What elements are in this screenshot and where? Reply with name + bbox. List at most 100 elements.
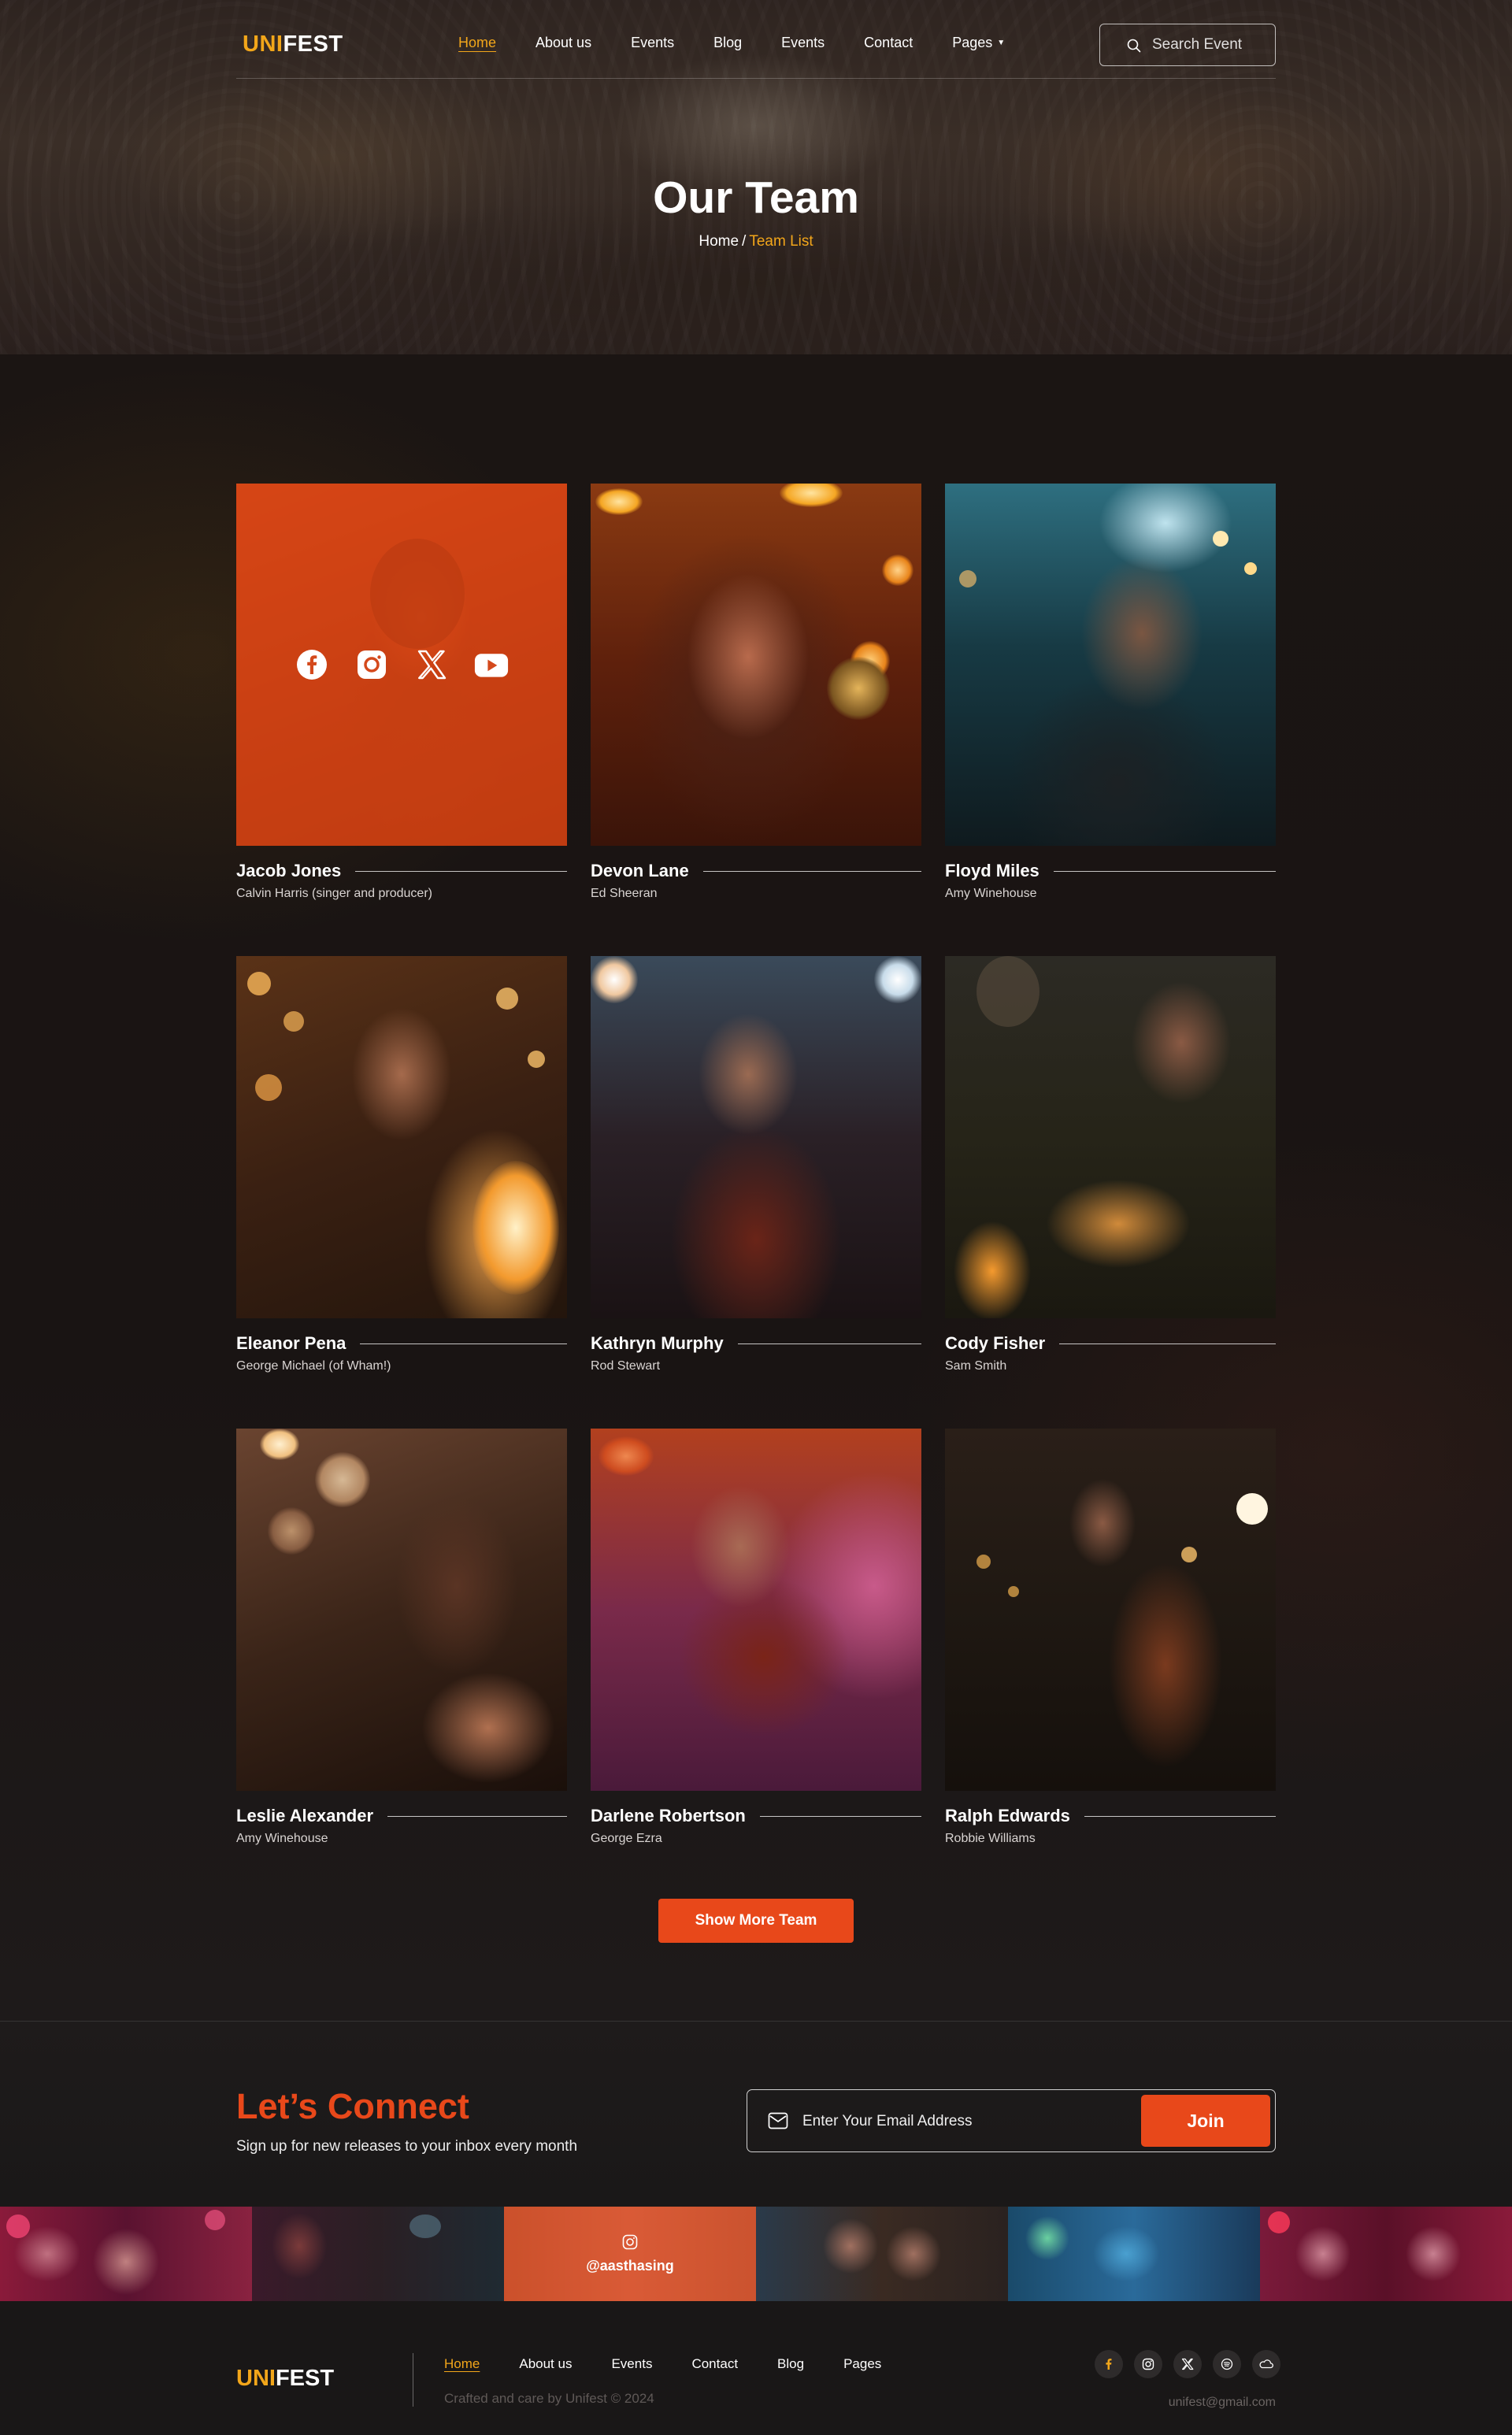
member-name[interactable]: Jacob Jones (236, 861, 355, 881)
gallery-image[interactable] (0, 2207, 252, 2301)
footer-link-pages[interactable]: Pages (843, 2356, 881, 2372)
nav-pages-dropdown[interactable]: Pages ▼ (952, 35, 1005, 51)
gallery-image[interactable] (1008, 2207, 1260, 2301)
team-card[interactable]: Devon Lane Ed Sheeran (591, 484, 921, 901)
breadcrumb: Home / Team List (0, 233, 1512, 250)
show-more-team-button[interactable]: Show More Team (658, 1899, 854, 1943)
nav-events[interactable]: Events (631, 35, 674, 51)
logo-text-uni: UNI (236, 2366, 276, 2391)
search-input[interactable] (1152, 36, 1270, 54)
brand-logo[interactable]: UNIFEST (243, 32, 343, 57)
member-name[interactable]: Ralph Edwards (945, 1806, 1084, 1826)
team-card[interactable]: Eleanor Pena George Michael (of Wham!) (236, 956, 567, 1373)
member-photo[interactable] (236, 1429, 567, 1791)
team-card[interactable]: Floyd Miles Amy Winehouse (945, 484, 1276, 901)
member-photo[interactable] (945, 484, 1276, 846)
instagram-handle[interactable]: @aasthasing (586, 2258, 674, 2274)
team-section: Jacob Jones Calvin Harris (singer and pr… (0, 354, 1512, 2021)
name-row: Kathryn Murphy (591, 1333, 921, 1354)
name-row: Cody Fisher (945, 1333, 1276, 1354)
breadcrumb-separator: / (742, 233, 747, 250)
footer-link-events[interactable]: Events (611, 2356, 652, 2372)
name-row: Jacob Jones (236, 861, 567, 881)
member-photo[interactable] (591, 1429, 921, 1791)
nav-events-2[interactable]: Events (781, 35, 825, 51)
divider-line (1084, 1815, 1276, 1817)
team-card[interactable]: Ralph Edwards Robbie Williams (945, 1429, 1276, 1846)
divider-line (1053, 870, 1276, 872)
name-row: Darlene Robertson (591, 1806, 921, 1826)
footer-social-links (1095, 2350, 1280, 2378)
member-name[interactable]: Floyd Miles (945, 861, 1054, 881)
name-row: Devon Lane (591, 861, 921, 881)
gallery-image[interactable] (756, 2207, 1008, 2301)
gallery-image[interactable] (1260, 2207, 1512, 2301)
logo-text-fest: FEST (275, 2366, 335, 2391)
divider-line (387, 1815, 567, 1817)
team-card[interactable]: Kathryn Murphy Rod Stewart (591, 956, 921, 1373)
footer-email[interactable]: unifest@gmail.com (1169, 2396, 1276, 2410)
name-row: Floyd Miles (945, 861, 1276, 881)
x-icon[interactable] (1173, 2350, 1202, 2378)
member-name[interactable]: Cody Fisher (945, 1333, 1059, 1354)
team-card[interactable]: Leslie Alexander Amy Winehouse (236, 1429, 567, 1846)
soundcloud-icon[interactable] (1252, 2350, 1280, 2378)
name-row: Leslie Alexander (236, 1806, 567, 1826)
logo-text-uni: UNI (243, 32, 284, 57)
member-photo[interactable] (591, 956, 921, 1318)
gallery-hover-overlay: @aasthasing (504, 2207, 756, 2301)
member-photo[interactable] (236, 484, 567, 846)
connect-subtitle: Sign up for new releases to your inbox e… (236, 2138, 578, 2155)
member-name[interactable]: Darlene Robertson (591, 1806, 760, 1826)
email-input[interactable] (802, 2107, 1133, 2136)
member-photo[interactable] (945, 956, 1276, 1318)
facebook-icon[interactable] (1095, 2350, 1123, 2378)
top-navbar: UNIFEST Home About us Events Blog Events… (236, 0, 1276, 79)
nav-blog[interactable]: Blog (713, 35, 742, 51)
member-role: George Michael (of Wham!) (236, 1359, 391, 1373)
page-title: Our Team (653, 172, 859, 223)
nav-contact[interactable]: Contact (864, 35, 913, 51)
search-box[interactable] (1099, 24, 1276, 66)
subscribe-form: Join (747, 2089, 1276, 2152)
member-photo[interactable] (945, 1429, 1276, 1791)
facebook-icon[interactable] (295, 647, 329, 682)
footer-link-blog[interactable]: Blog (777, 2356, 804, 2372)
envelope-icon (768, 2112, 788, 2129)
gallery-image[interactable]: @aasthasing (504, 2207, 756, 2301)
member-name[interactable]: Leslie Alexander (236, 1806, 387, 1826)
breadcrumb-home[interactable]: Home (699, 233, 739, 250)
footer: UNIFEST Home About us Events Contact Blo… (0, 2301, 1512, 2435)
x-icon[interactable] (414, 647, 449, 682)
member-photo[interactable] (236, 956, 567, 1318)
team-card[interactable]: Cody Fisher Sam Smith (945, 956, 1276, 1373)
footer-link-contact[interactable]: Contact (691, 2356, 738, 2372)
newsletter-section: Let’s Connect Sign up for new releases t… (0, 2021, 1512, 2207)
footer-logo[interactable]: UNIFEST (236, 2366, 334, 2392)
footer-link-home[interactable]: Home (444, 2356, 480, 2372)
member-name[interactable]: Kathryn Murphy (591, 1333, 738, 1354)
spotify-icon[interactable] (1213, 2350, 1241, 2378)
footer-link-about-us[interactable]: About us (519, 2356, 572, 2372)
name-row: Eleanor Pena (236, 1333, 567, 1354)
member-name[interactable]: Eleanor Pena (236, 1333, 360, 1354)
join-button[interactable]: Join (1141, 2095, 1270, 2147)
team-card[interactable]: Jacob Jones Calvin Harris (singer and pr… (236, 484, 567, 901)
breadcrumb-current: Team List (749, 233, 813, 250)
nav-home[interactable]: Home (458, 35, 496, 51)
member-name[interactable]: Devon Lane (591, 861, 703, 881)
instagram-icon[interactable] (1134, 2350, 1162, 2378)
member-role: Robbie Williams (945, 1832, 1036, 1845)
gallery-image[interactable] (252, 2207, 504, 2301)
member-photo[interactable] (591, 484, 921, 846)
team-card[interactable]: Darlene Robertson George Ezra (591, 1429, 921, 1846)
search-icon (1127, 39, 1141, 53)
divider-line (355, 870, 567, 872)
footer-nav: Home About us Events Contact Blog Pages (444, 2356, 921, 2372)
nav-about-us[interactable]: About us (536, 35, 591, 51)
footer-copyright: Crafted and care by Unifest © 2024 (444, 2391, 654, 2406)
instagram-gallery: @aasthasing (0, 2207, 1512, 2301)
nav-menu: Home About us Events Blog Events Contact… (458, 35, 1044, 51)
youtube-icon[interactable] (474, 647, 509, 682)
instagram-icon[interactable] (354, 647, 389, 682)
